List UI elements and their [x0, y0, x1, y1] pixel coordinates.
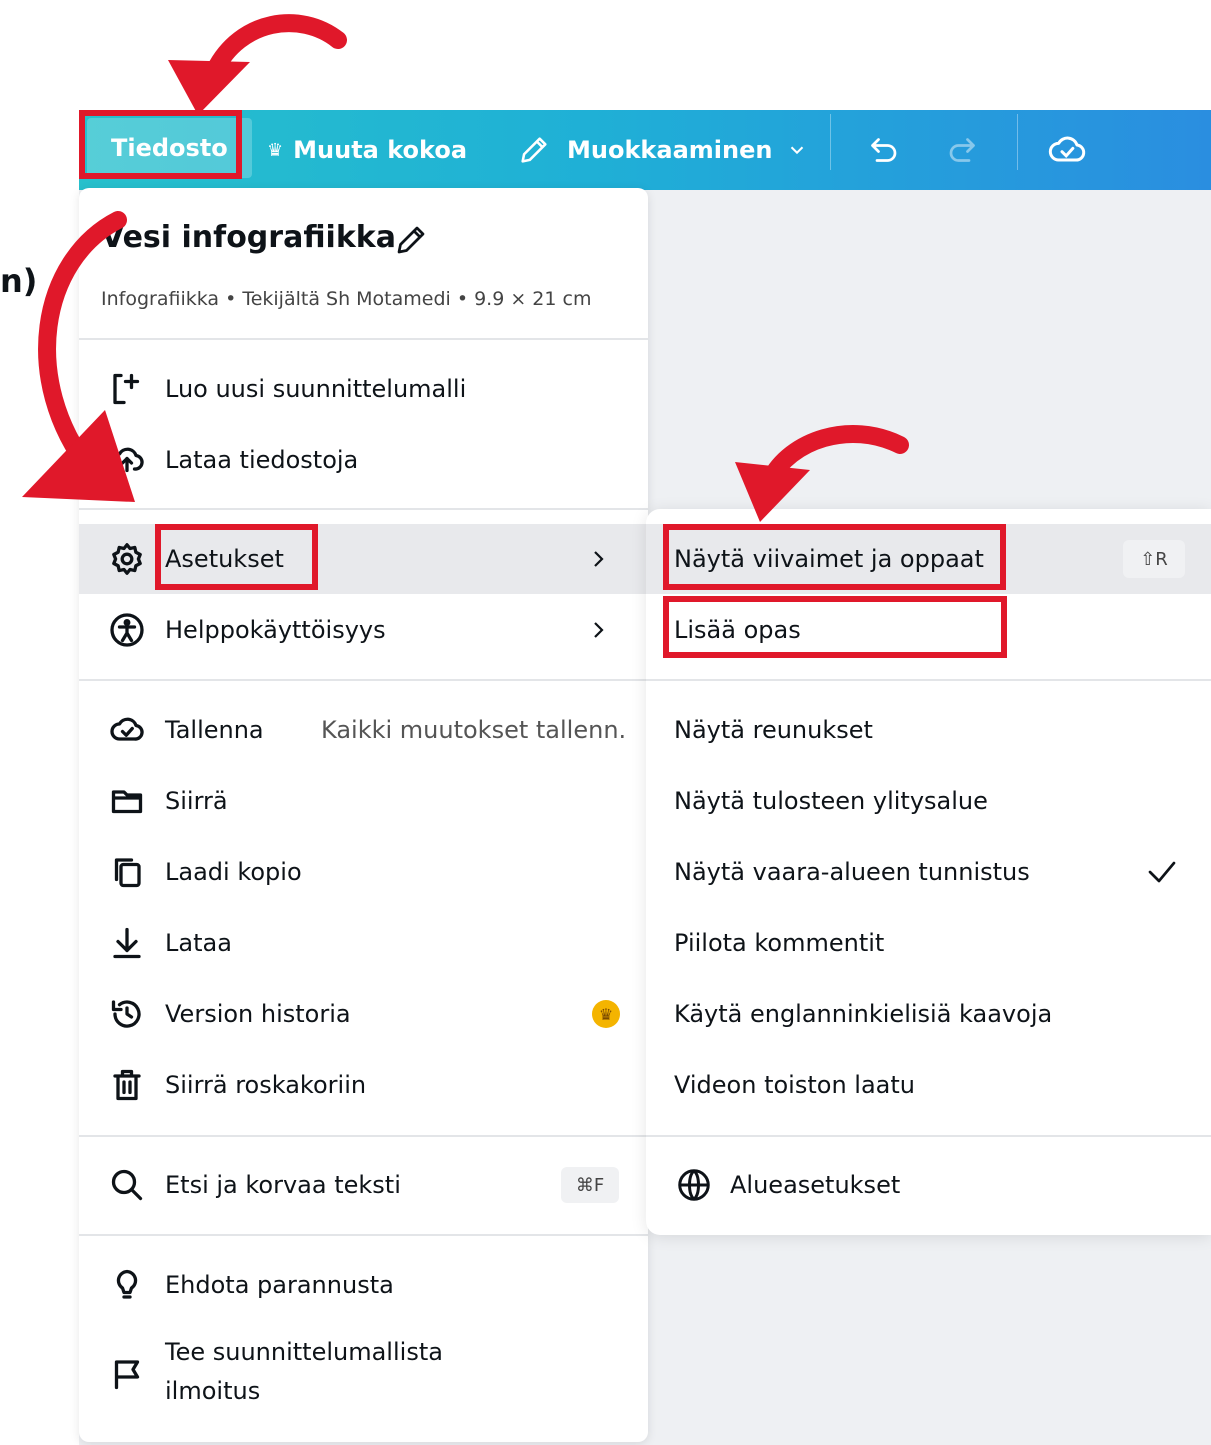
arrow-to-settings — [22, 211, 135, 502]
arrow-to-rulers — [735, 424, 909, 522]
annotation-arrows — [22, 14, 909, 522]
arrow-to-file-menu — [168, 14, 347, 115]
